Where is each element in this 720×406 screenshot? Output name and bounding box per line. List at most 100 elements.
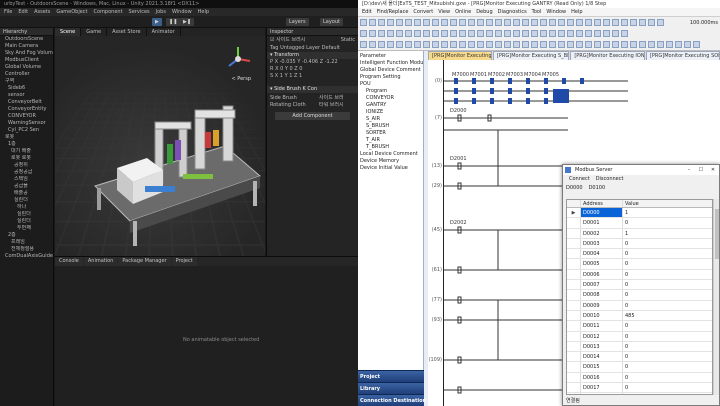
hierarchy-item[interactable]: 전체정렬용 [0, 246, 53, 253]
project-tree-item[interactable]: Program Setting [358, 74, 423, 81]
address-cell[interactable]: D0007 [581, 280, 623, 290]
toolbar-icon[interactable] [648, 19, 655, 26]
toolbar-icon[interactable] [477, 41, 484, 48]
toolbar-icon[interactable] [468, 41, 475, 48]
table-row[interactable]: ▶ D0000 1 [567, 208, 712, 219]
hierarchy-item[interactable]: 로봇 [0, 134, 53, 141]
minimize-icon[interactable]: – [683, 165, 695, 175]
hierarchy-item[interactable]: WarningSensor [0, 120, 53, 127]
toolbar-icon[interactable] [603, 30, 610, 37]
toolbar-icon[interactable] [621, 41, 628, 48]
hierarchy-item[interactable]: sensor [0, 92, 53, 99]
toolbar-icon[interactable] [477, 30, 484, 37]
toolbar-icon[interactable] [603, 19, 610, 26]
toolbar-icon[interactable] [657, 41, 664, 48]
toolbar-icon[interactable] [612, 41, 619, 48]
project-tree-item[interactable]: T_AIR [358, 137, 423, 144]
value-cell[interactable]: 0 [623, 342, 712, 351]
toolbar-icon[interactable] [639, 19, 646, 26]
menu-item[interactable]: Help [571, 8, 582, 16]
value-cell[interactable]: 0 [623, 321, 712, 330]
hierarchy-item[interactable]: CONVEYOR [0, 113, 53, 120]
toolbar-icon[interactable] [567, 30, 574, 37]
toolbar-icon[interactable] [504, 41, 511, 48]
table-row[interactable]: D0006 0 [567, 269, 712, 281]
rotating-cloth-field[interactable]: 타워 브러시 [319, 102, 344, 109]
hierarchy-item[interactable]: ConveyorBelt [0, 99, 53, 106]
hierarchy-item[interactable]: 2층 [0, 232, 53, 239]
menu-item[interactable]: Component [94, 8, 123, 16]
value-cell[interactable]: 0 [623, 301, 712, 310]
transform-y-field[interactable]: Y 0 [285, 66, 294, 72]
toolbar-icon[interactable] [423, 19, 430, 26]
toolbar-icon[interactable] [630, 19, 637, 26]
project-tree-item[interactable]: CONVEYOR [358, 95, 423, 102]
hierarchy-item[interactable]: 배출공 [0, 190, 53, 197]
toolbar-icon[interactable] [621, 19, 628, 26]
table-row[interactable]: D0010 485 [567, 310, 712, 322]
toolbar-icon[interactable] [378, 19, 385, 26]
toolbar-icon[interactable] [414, 19, 421, 26]
component-header[interactable]: ▾ Side Brush K Con [267, 86, 358, 93]
toolbar-icon[interactable] [567, 19, 574, 26]
address-cell[interactable]: D0011 [581, 321, 623, 331]
toolbar-icon[interactable] [450, 41, 457, 48]
hierarchy-item[interactable]: 프레임 [0, 239, 53, 246]
transform-y-field[interactable]: Y -0.406 [297, 59, 319, 65]
value-cell[interactable]: 485 [623, 311, 712, 320]
transform-z-field[interactable]: Z -1.22 [320, 59, 338, 65]
toolbar-icon[interactable] [576, 30, 583, 37]
static-toggle[interactable]: Static [341, 36, 358, 45]
table-row[interactable]: D0005 0 [567, 259, 712, 270]
range-to[interactable]: D0100 [589, 184, 606, 192]
hierarchy-item[interactable]: ConveyorEntity [0, 106, 53, 113]
toolbar-icon[interactable] [522, 30, 529, 37]
toolbar-icon[interactable] [603, 41, 610, 48]
toolbar-icon[interactable] [432, 30, 439, 37]
table-row[interactable]: D0015 0 [567, 362, 712, 373]
toolbar-icon[interactable] [432, 41, 439, 48]
inspector-tab[interactable]: Inspector [267, 28, 358, 36]
table-row[interactable]: D0002 1 [567, 228, 712, 239]
toolbar-icon[interactable] [360, 41, 367, 48]
toolbar-icon[interactable] [612, 19, 619, 26]
toolbar-icon[interactable] [666, 41, 673, 48]
hierarchy-item[interactable]: 스택임 [0, 176, 53, 183]
object-name[interactable]: 사이드 브러시 [276, 37, 305, 43]
toolbar-icon[interactable] [396, 41, 403, 48]
menu-item[interactable]: Find/Replace [377, 8, 409, 16]
grid-scrollbar[interactable] [713, 199, 719, 395]
table-row[interactable]: D00180 [567, 393, 712, 394]
address-cell[interactable]: D0003 [581, 238, 623, 249]
project-tree-item[interactable]: IONIZE [358, 109, 423, 116]
toolbar-icon[interactable] [450, 30, 457, 37]
value-cell[interactable]: 0 [623, 373, 712, 382]
toolbar-icon[interactable] [558, 41, 565, 48]
step-button[interactable]: ▶❚ [180, 18, 195, 26]
modbus-server-window[interactable]: Modbus Server – ☐ ✕ Connect Disconnect D0… [562, 164, 720, 406]
toolbar-icon[interactable] [567, 41, 574, 48]
table-row[interactable]: D0008 0 [567, 290, 712, 301]
menu-item[interactable]: Online [455, 8, 471, 16]
address-cell[interactable]: D0014 [581, 352, 623, 362]
value-cell[interactable]: 0 [623, 362, 712, 371]
address-cell[interactable]: D0010 [581, 310, 623, 321]
address-cell[interactable]: D0004 [581, 249, 623, 259]
project-tree-item[interactable]: S_AIR [358, 116, 423, 123]
toolbar-icon[interactable] [369, 41, 376, 48]
toolbar-icon[interactable] [369, 30, 376, 37]
toolbar-icon[interactable] [468, 30, 475, 37]
value-cell[interactable]: 0 [623, 270, 712, 279]
register-grid[interactable]: Address Value ▶ D0000 1 D0001 0 D0002 1 D0003 0 D… [566, 199, 713, 395]
toolbar-icon[interactable] [441, 41, 448, 48]
project-tree-item[interactable]: SORTER [358, 130, 423, 137]
toolbar-icon[interactable] [459, 19, 466, 26]
toolbar-icon[interactable] [423, 30, 430, 37]
toolbar-icon[interactable] [378, 41, 385, 48]
transform-header[interactable]: ▾ Transform [267, 52, 358, 59]
address-cell[interactable]: D0002 [581, 228, 623, 238]
scrollbar-thumb[interactable] [715, 209, 719, 259]
hierarchy-item[interactable]: 대기 배출 [0, 148, 53, 155]
toolbar-icon[interactable] [540, 30, 547, 37]
tab-asset-store[interactable]: Asset Store [107, 28, 147, 36]
